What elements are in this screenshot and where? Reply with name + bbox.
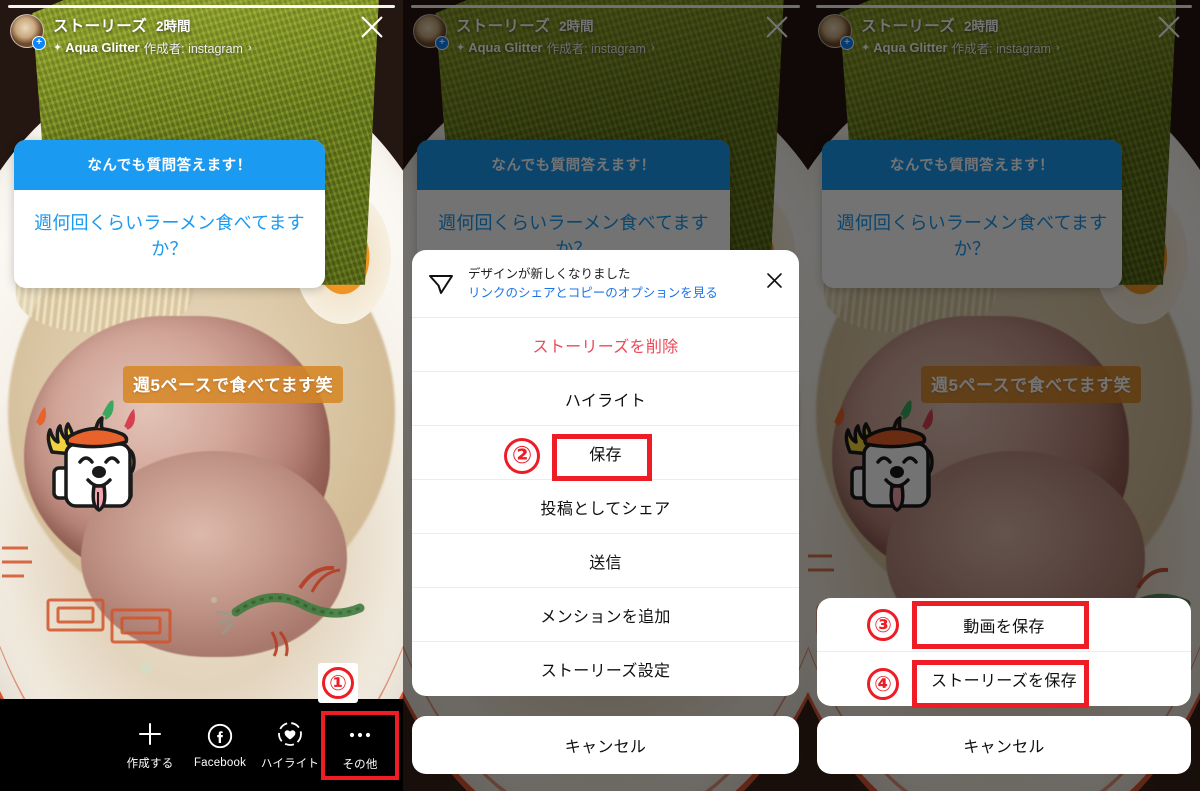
story-progress-bar[interactable] (8, 5, 395, 8)
highlight-box-save (552, 434, 652, 481)
panel-share-sheet: + ストーリーズ 2時間 ✦ Aqua Glitter 作成者: instagr… (403, 0, 808, 791)
chevron-right-icon: › (247, 41, 252, 54)
toolbar-more-button[interactable]: その他 (321, 710, 399, 780)
highlight-box-save-video (912, 601, 1089, 649)
plus-icon (137, 720, 163, 748)
sheet-item-delete-story[interactable]: ストーリーズを削除 (412, 318, 799, 372)
story-timestamp: 2時間 (156, 19, 191, 34)
highlight-box-save-story (912, 660, 1089, 708)
answer-text-sticker[interactable]: 週5ペースで食べてます笑 (123, 366, 344, 403)
banner-title: デザインが新しくなりました (468, 267, 631, 281)
story-header: + ストーリーズ 2時間 ✦ Aqua Glitter 作成者: instagr… (10, 14, 393, 56)
sheet-item-send[interactable]: 送信 (412, 534, 799, 588)
banner-link[interactable]: リンクのシェアとコピーのオプションを見る (468, 285, 751, 302)
screenshot-stage: + ストーリーズ 2時間 ✦ Aqua Glitter 作成者: instagr… (0, 0, 1200, 791)
effect-name[interactable]: Aqua Glitter (65, 40, 139, 55)
toolbar-more-label: その他 (342, 758, 378, 771)
banner-close-button[interactable] (763, 272, 785, 289)
question-sticker-text: 週何回くらいラーメン食べてますか？ (34, 213, 305, 260)
step-marker-2: ② (504, 438, 540, 474)
sheet-item-add-mention[interactable]: メンションを追加 (412, 588, 799, 642)
question-sticker-heading: なんでも質問答えます！ (14, 140, 325, 190)
dog-sticker-illustration (36, 400, 136, 512)
sheet-item-share-as-post[interactable]: 投稿としてシェア (412, 480, 799, 534)
panel-save-sheet: + ストーリーズ 2時間 ✦ Aqua Glitter 作成者: instagr… (808, 0, 1200, 791)
toolbar-create-button[interactable]: 作成する (115, 720, 185, 771)
step-marker-3: ③ (863, 605, 903, 645)
story-title: ストーリーズ (53, 18, 148, 35)
sparkle-icon: ✦ (53, 42, 62, 54)
sheet-item-story-settings[interactable]: ストーリーズ設定 (412, 642, 799, 696)
avatar[interactable]: + (10, 14, 46, 50)
toolbar-highlight-button[interactable]: ハイライト (255, 720, 325, 771)
toolbar-create-label: 作成する (126, 757, 174, 770)
question-sticker[interactable]: なんでも質問答えます！ 週何回くらいラーメン食べてますか？ (14, 140, 325, 289)
ellipsis-icon (347, 721, 373, 749)
toolbar-facebook-button[interactable]: Facebook (185, 722, 255, 769)
highlight-heart-icon (277, 720, 303, 748)
panel-story-view: + ストーリーズ 2時間 ✦ Aqua Glitter 作成者: instagr… (0, 0, 403, 791)
progress-segment (8, 5, 395, 8)
sheet-cancel-button[interactable]: キャンセル (817, 716, 1191, 774)
toolbar-facebook-label: Facebook (193, 756, 247, 769)
sheet-item-highlight[interactable]: ハイライト (412, 372, 799, 426)
step-marker-4: ④ (863, 664, 903, 704)
story-bottom-toolbar: 作成する Facebook ハイライト その他 (0, 699, 403, 791)
dog-chef-sticker[interactable] (18, 400, 178, 528)
sheet-cancel-button[interactable]: キャンセル (412, 716, 799, 774)
close-button[interactable] (355, 10, 389, 44)
step-marker-1: ① (318, 663, 358, 703)
close-icon (361, 16, 383, 38)
paper-plane-icon (426, 268, 456, 303)
new-design-banner[interactable]: デザインが新しくなりました リンクのシェアとコピーのオプションを見る (412, 250, 799, 318)
effect-author[interactable]: 作成者: instagram (144, 38, 243, 57)
facebook-icon (207, 722, 233, 750)
add-story-badge[interactable]: + (32, 36, 46, 50)
close-icon (766, 273, 782, 288)
toolbar-highlight-label: ハイライト (260, 757, 320, 770)
